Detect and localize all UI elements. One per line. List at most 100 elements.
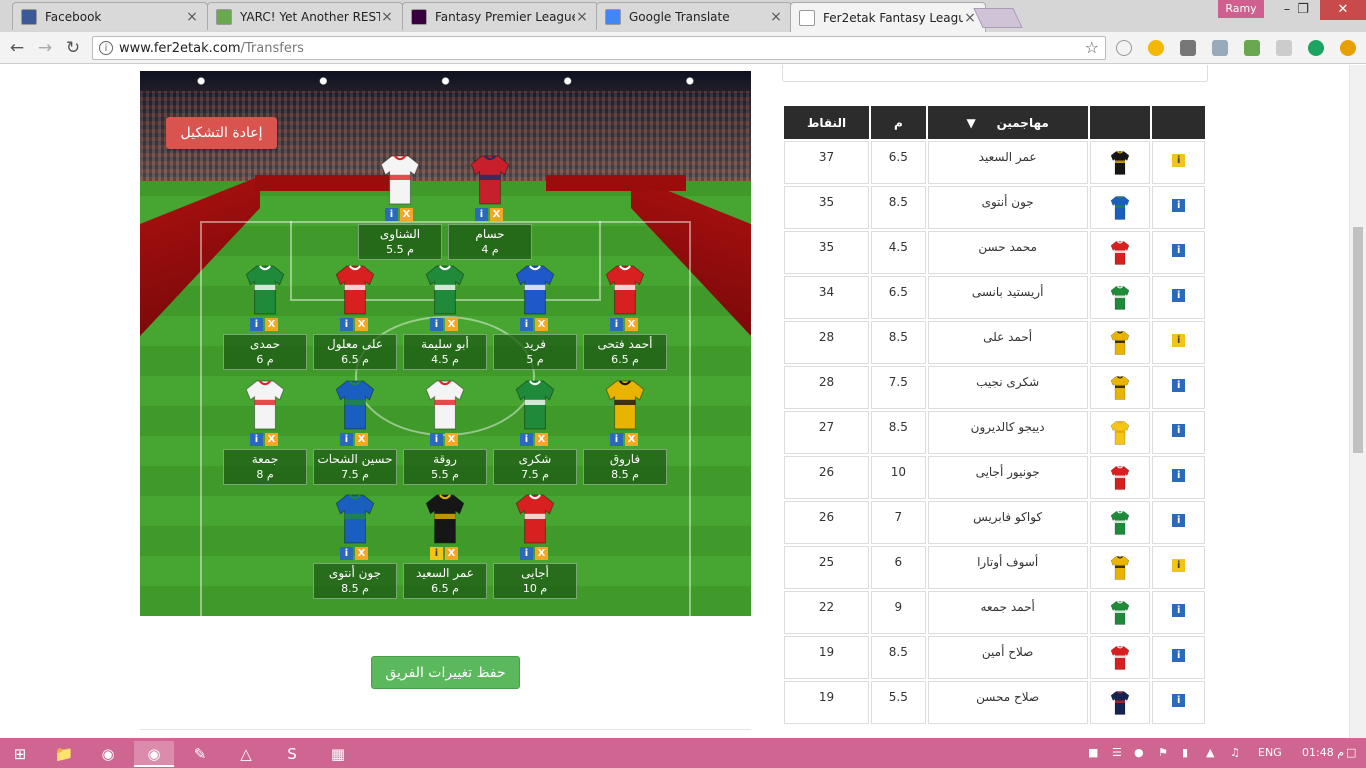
table-row[interactable]: 28 7.5 شكرى نجيب i [784,366,1205,409]
browser-tab[interactable]: Google Translate × [596,2,792,30]
remove-player-icon[interactable]: X [265,433,278,446]
player-name-cell[interactable]: محمد حسن [927,231,1088,274]
player-info-icon[interactable]: i [430,433,443,446]
page-scrollbar[interactable] [1349,65,1366,738]
table-row[interactable]: 27 8.5 دييجو كالديرون i [784,411,1205,454]
remove-player-icon[interactable]: X [445,433,458,446]
camera-extension-icon[interactable] [1180,40,1196,56]
table-row[interactable]: 37 6.5 عمر السعيد i [784,141,1205,184]
table-row[interactable]: 35 4.5 محمد حسن i [784,231,1205,274]
table-row[interactable]: 25 6 أسوف أوتارا i [784,546,1205,589]
flag-icon[interactable]: ⚑ [1158,746,1168,759]
network-app-icon[interactable]: ▦ [318,741,358,767]
close-window-icon[interactable]: ✕ [1320,0,1366,20]
player-info-icon[interactable]: i [610,318,623,331]
pitch-player[interactable]: i X شكرى 7.5 م [493,379,577,487]
table-row[interactable]: 35 8.5 جون أنتوى i [784,186,1205,229]
remove-player-icon[interactable]: X [355,318,368,331]
info-icon[interactable]: i [1172,604,1186,617]
tray-app-icon[interactable]: ■ [1088,746,1098,759]
reload-icon[interactable]: ↻ [62,37,84,59]
info-icon[interactable]: i [1172,559,1186,572]
notifications-icon[interactable]: □ [1346,746,1356,759]
site-info-icon[interactable]: i [99,41,113,55]
virtualbox-icon[interactable]: △ [226,741,266,767]
player-info-icon[interactable]: i [610,433,623,446]
clock[interactable]: 01:48 م [1302,746,1344,759]
yarc-extension-icon[interactable] [1244,40,1260,56]
download-extension-icon[interactable] [1212,40,1228,56]
back-icon[interactable]: ← [6,37,28,59]
battery-icon[interactable]: ▮ [1182,746,1188,759]
info-icon[interactable]: i [1172,244,1186,257]
remove-player-icon[interactable]: X [625,318,638,331]
notepad-icon[interactable]: ✎ [180,741,220,767]
volume-icon[interactable]: ♫ [1230,746,1240,759]
pitch-player[interactable]: i X حسام 4 م [448,154,532,262]
remove-player-icon[interactable]: X [445,547,458,560]
firefox-icon[interactable]: ◉ [88,741,128,767]
sublime-icon[interactable]: S [272,741,312,767]
profile-button[interactable]: Ramy [1218,0,1264,18]
table-row[interactable]: 28 8.5 أحمد على i [784,321,1205,364]
player-name-cell[interactable]: أريستيد بانسى [927,276,1088,319]
table-row[interactable]: 34 6.5 أريستيد بانسى i [784,276,1205,319]
file-explorer-icon[interactable]: 📁 [44,741,84,767]
pitch-player[interactable]: i X أحمد فتحى 6.5 م [583,264,667,372]
info-icon[interactable]: i [1172,469,1186,482]
remove-player-icon[interactable]: X [490,208,503,221]
info-icon[interactable]: i [1172,694,1186,707]
close-tab-icon[interactable]: × [380,9,394,25]
table-row[interactable]: 26 10 جونيور أجايى i [784,456,1205,499]
save-team-button[interactable]: حفظ تغييرات الفريق [371,656,520,689]
address-input[interactable]: i www.fer2etak.com/Transfers ☆ [92,36,1106,60]
remove-player-icon[interactable]: X [355,433,368,446]
browser-tab[interactable]: Fantasy Premier League × [402,2,598,30]
player-info-icon[interactable]: i [430,547,443,560]
remove-player-icon[interactable]: X [535,433,548,446]
player-name-cell[interactable]: كواكو فابريس [927,501,1088,544]
table-row[interactable]: 19 8.5 صلاح أمين i [784,636,1205,679]
player-info-icon[interactable]: i [340,433,353,446]
close-tab-icon[interactable]: × [575,9,589,25]
player-info-icon[interactable]: i [385,208,398,221]
info-icon[interactable]: i [1172,199,1186,212]
filter-icon[interactable]: ▼ [966,116,975,130]
pitch-player[interactable]: i X جمعة 8 م [223,379,307,487]
scrollbar-thumb[interactable] [1353,227,1363,453]
info-icon[interactable]: i [1172,379,1186,392]
info-icon[interactable]: i [1172,649,1186,662]
restore-icon[interactable]: ❐ [1286,0,1320,20]
player-name-cell[interactable]: شكرى نجيب [927,366,1088,409]
pitch-player[interactable]: i X على معلول 6.5 م [313,264,397,372]
remove-player-icon[interactable]: X [625,433,638,446]
remove-player-icon[interactable]: X [400,208,413,221]
remove-player-icon[interactable]: X [535,547,548,560]
player-info-icon[interactable]: i [250,318,263,331]
player-name-cell[interactable]: أسوف أوتارا [927,546,1088,589]
remove-player-icon[interactable]: X [445,318,458,331]
player-name-cell[interactable]: صلاح أمين [927,636,1088,679]
browser-tab[interactable]: Fer2etak Fantasy League × [790,2,986,32]
tray-icon[interactable]: ● [1134,746,1144,759]
chat-extension-icon[interactable] [1308,40,1324,56]
info-icon[interactable]: i [1172,289,1186,302]
remove-player-icon[interactable]: X [265,318,278,331]
chrome-icon[interactable]: ◉ [134,741,174,767]
pitch-player[interactable]: i X أبو سليمة 4.5 م [403,264,487,372]
menu-alert-icon[interactable] [1340,40,1356,56]
pitch-player[interactable]: i X حسين الشحات 7.5 م [313,379,397,487]
player-info-icon[interactable]: i [250,433,263,446]
player-info-icon[interactable]: i [520,433,533,446]
info-icon[interactable]: i [1172,334,1186,347]
bluetooth-icon[interactable]: ☰ [1112,746,1122,759]
reset-formation-button[interactable]: إعادة التشكيل [166,117,277,149]
wifi-icon[interactable]: ▲ [1206,746,1214,759]
price-header[interactable]: م [871,106,926,139]
info-icon[interactable]: i [1172,154,1186,167]
pitch-player[interactable]: i X أجايى 10 م [493,493,577,601]
player-name-cell[interactable]: جونيور أجايى [927,456,1088,499]
cube-extension-icon[interactable] [1276,40,1292,56]
pitch-player[interactable]: i X حمدى 6 م [223,264,307,372]
browser-tab[interactable]: Facebook × [12,2,208,30]
